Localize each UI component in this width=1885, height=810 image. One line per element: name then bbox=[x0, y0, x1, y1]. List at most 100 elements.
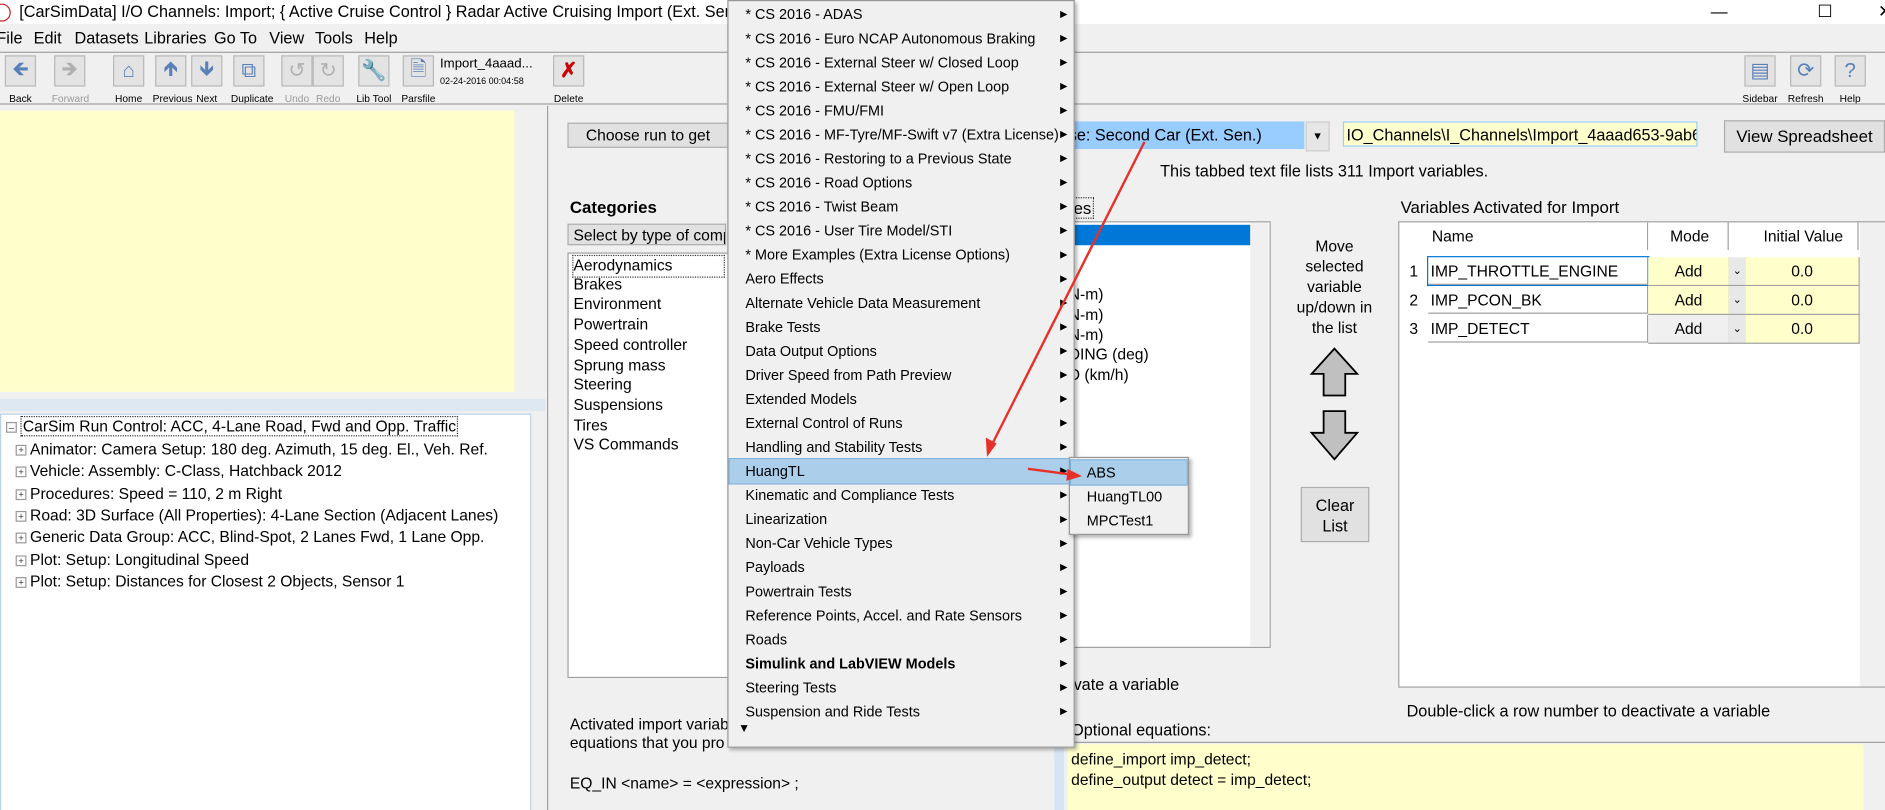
path-field[interactable]: IO_Channels\I_Channels\Import_4aaad653-9… bbox=[1342, 121, 1698, 147]
menu-tools[interactable]: Tools bbox=[315, 29, 353, 47]
menu-file[interactable]: File bbox=[0, 29, 23, 47]
column-header-initial-value[interactable]: Initial Value bbox=[1745, 222, 1859, 251]
run-select[interactable]: ise: Second Car (Ext. Sen.) bbox=[1065, 121, 1305, 150]
menu-item[interactable]: Powertrain Tests ▶ bbox=[730, 579, 1073, 603]
run-select-arrow-icon[interactable]: ▼ bbox=[1305, 121, 1330, 152]
menu-item[interactable]: Reference Points, Accel. and Rate Sensor… bbox=[730, 604, 1073, 628]
expand-icon[interactable]: + bbox=[15, 488, 27, 500]
menu-view[interactable]: View bbox=[269, 29, 304, 47]
variable-name-cell[interactable]: IMP_PCON_BK bbox=[1428, 286, 1649, 314]
equations-editor[interactable]: define_import imp_detect; define_output … bbox=[1067, 744, 1864, 810]
category-item[interactable]: Environment bbox=[573, 295, 661, 315]
menu-item[interactable]: Payloads ▶ bbox=[730, 555, 1073, 579]
mode-cell[interactable]: Add bbox=[1648, 314, 1730, 344]
menu-item[interactable]: External Control of Runs ▶ bbox=[730, 411, 1073, 435]
variables-scrollbar[interactable] bbox=[1250, 222, 1269, 647]
category-item[interactable]: Brakes bbox=[573, 275, 622, 295]
clear-list-button[interactable]: Clear List bbox=[1300, 486, 1370, 543]
expand-icon[interactable]: + bbox=[15, 576, 27, 588]
view-spreadsheet-button[interactable]: View Spreadsheet bbox=[1723, 120, 1885, 153]
tree-item[interactable]: + Plot: Setup: Distances for Closest 2 Ob… bbox=[15, 572, 404, 590]
category-item[interactable]: Steering bbox=[573, 375, 631, 395]
tree-item[interactable]: + Road: 3D Surface (All Properties): 4-La… bbox=[15, 506, 498, 524]
tree-root[interactable]: – CarSim Run Control: ACC, 4-Lane Road, F… bbox=[6, 415, 459, 437]
submenu-item[interactable]: HuangTL00 bbox=[1071, 484, 1186, 508]
menu-item[interactable]: Simulink and LabVIEW Models ▶ bbox=[730, 652, 1073, 676]
menu-item[interactable]: Steering Tests ▶ bbox=[730, 676, 1073, 700]
scroll-down-icon[interactable]: ▼ bbox=[738, 723, 750, 736]
submenu-item[interactable]: MPCTest1 bbox=[1071, 509, 1186, 533]
menu-item[interactable]: HuangTL ▶ bbox=[728, 458, 1074, 485]
menu-item[interactable]: Driver Speed from Path Preview ▶ bbox=[730, 363, 1073, 387]
choose-run-button[interactable]: Choose run to get bbox=[567, 122, 729, 148]
collapse-icon[interactable]: – bbox=[6, 421, 17, 433]
category-item[interactable]: Powertrain bbox=[573, 315, 648, 335]
expand-icon[interactable]: + bbox=[15, 510, 27, 522]
menu-item[interactable]: Kinematic and Compliance Tests ▶ bbox=[730, 483, 1073, 507]
previous-button[interactable]: 🡹 Previous bbox=[153, 55, 192, 105]
delete-button[interactable]: ✗ Delete bbox=[551, 55, 587, 105]
next-button[interactable]: 🡻 Next bbox=[189, 55, 225, 105]
menu-item[interactable]: Data Output Options ▶ bbox=[730, 339, 1073, 363]
expand-icon[interactable]: + bbox=[15, 554, 27, 566]
submenu-item[interactable]: ABS bbox=[1069, 459, 1188, 486]
menu-item[interactable]: Aero Effects ▶ bbox=[730, 267, 1073, 291]
close-button[interactable]: ✕ bbox=[1861, 0, 1885, 24]
menu-help[interactable]: Help bbox=[364, 29, 397, 47]
variable-item[interactable]: ) bbox=[1059, 224, 1251, 245]
tree-item[interactable]: + Vehicle: Assembly: C-Class, Hatchback 2… bbox=[15, 462, 342, 480]
menu-item[interactable]: * CS 2016 - ADAS ▶ bbox=[730, 2, 1073, 26]
category-item[interactable]: Tires bbox=[573, 415, 607, 435]
menu-datasets[interactable]: Datasets bbox=[75, 29, 139, 47]
variable-name-cell[interactable]: IMP_DETECT bbox=[1428, 314, 1649, 343]
menu-item[interactable]: * CS 2016 - FMU/FMI ▶ bbox=[730, 99, 1073, 123]
menu-item[interactable]: * CS 2016 - Road Options ▶ bbox=[730, 171, 1073, 195]
move-down-icon[interactable] bbox=[1309, 410, 1360, 461]
menu-item[interactable]: * CS 2016 - User Tire Model/STI ▶ bbox=[730, 219, 1073, 243]
menu-item[interactable]: * CS 2016 - Twist Beam ▶ bbox=[730, 195, 1073, 219]
tree-item[interactable]: + Animator: Camera Setup: 180 deg. Azimut… bbox=[15, 440, 488, 458]
notes-scrollbar[interactable] bbox=[514, 110, 529, 392]
category-item[interactable]: Sprung mass bbox=[573, 355, 665, 375]
menu-libraries[interactable]: Libraries bbox=[144, 29, 206, 47]
menu-item[interactable]: Roads ▶ bbox=[730, 628, 1073, 652]
row-number[interactable]: 2 bbox=[1399, 286, 1428, 314]
tree-item[interactable]: + Procedures: Speed = 110, 2 m Right bbox=[15, 484, 283, 502]
category-item[interactable]: VS Commands bbox=[573, 436, 678, 456]
move-up-icon[interactable] bbox=[1309, 347, 1360, 397]
mode-dropdown-icon[interactable]: ⌄ bbox=[1728, 286, 1747, 315]
mode-dropdown-icon[interactable]: ⌄ bbox=[1728, 257, 1747, 287]
home-button[interactable]: ⌂ Home bbox=[111, 55, 147, 105]
initial-value-cell[interactable]: 0.0 bbox=[1745, 286, 1860, 315]
refresh-button[interactable]: ⟳ Refresh bbox=[1788, 55, 1824, 105]
menu-edit[interactable]: Edit bbox=[34, 29, 62, 47]
menu-item[interactable]: Brake Tests ▶ bbox=[730, 315, 1073, 339]
duplicate-button[interactable]: ⧉ Duplicate bbox=[231, 55, 273, 105]
expand-icon[interactable]: + bbox=[15, 532, 27, 544]
category-item[interactable]: Suspensions bbox=[573, 395, 663, 415]
initial-value-cell[interactable]: 0.0 bbox=[1745, 314, 1860, 344]
splitter[interactable] bbox=[0, 399, 546, 412]
variable-name-cell[interactable]: IMP_THROTTLE_ENGINE bbox=[1427, 256, 1650, 287]
lib-tool-button[interactable]: 🔧 Lib Tool bbox=[356, 55, 392, 105]
notes-area[interactable] bbox=[0, 110, 516, 392]
minimize-button[interactable]: — bbox=[1695, 0, 1743, 24]
row-number[interactable]: 1 bbox=[1399, 257, 1428, 285]
table-scrollbar[interactable] bbox=[1859, 222, 1885, 687]
column-header-mode[interactable]: Mode bbox=[1648, 222, 1729, 251]
menu-item[interactable]: Extended Models ▶ bbox=[730, 387, 1073, 411]
expand-icon[interactable]: + bbox=[15, 466, 27, 478]
mode-cell[interactable]: Add bbox=[1648, 257, 1730, 287]
categories-select[interactable]: Select by type of comp bbox=[567, 223, 727, 246]
menu-item[interactable]: Non-Car Vehicle Types ▶ bbox=[730, 531, 1073, 555]
menu-item[interactable]: Handling and Stability Tests ▶ bbox=[730, 435, 1073, 459]
menu-item[interactable]: * CS 2016 - MF-Tyre/MF-Swift v7 (Extra L… bbox=[730, 123, 1073, 147]
menu-item[interactable]: * CS 2016 - Euro NCAP Autonomous Braking… bbox=[730, 26, 1073, 50]
menu-item[interactable]: Suspension and Ride Tests ▶ bbox=[730, 700, 1073, 724]
menu-item[interactable]: * More Examples (Extra License Options) ▶ bbox=[730, 243, 1073, 267]
tree-item[interactable]: + Plot: Setup: Longitudinal Speed bbox=[15, 550, 249, 568]
menu-go-to[interactable]: Go To bbox=[214, 29, 257, 47]
help-button[interactable]: ? Help bbox=[1832, 55, 1868, 105]
column-header-name[interactable]: Name bbox=[1428, 222, 1649, 251]
menu-item[interactable]: * CS 2016 - External Steer w/ Open Loop ▶ bbox=[730, 75, 1073, 99]
